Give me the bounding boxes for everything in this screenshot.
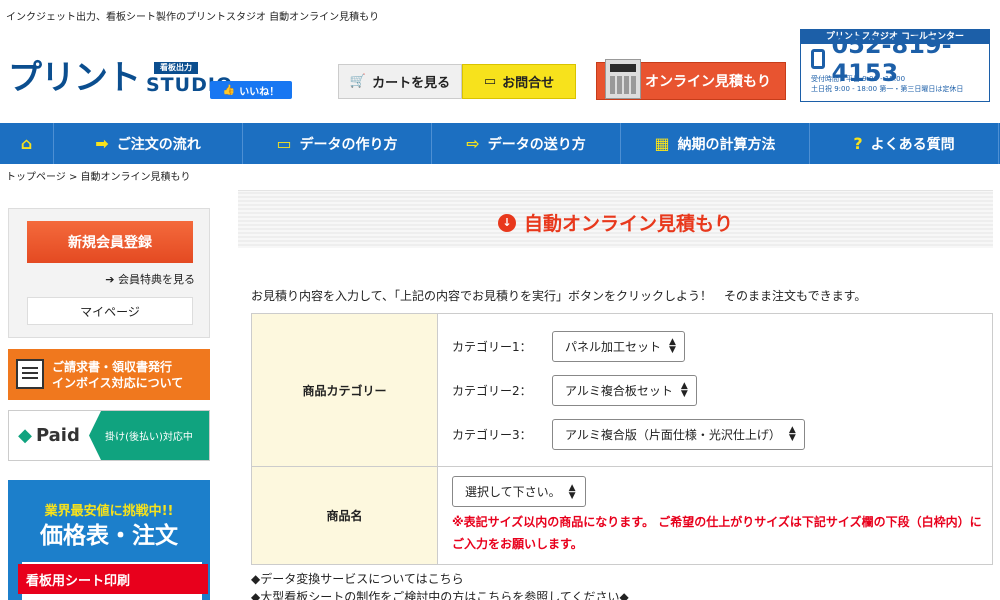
member-benefit-link[interactable]: ➔ 会員特典を見る bbox=[105, 271, 195, 287]
cart-icon: 🛒 bbox=[349, 74, 367, 89]
category-row: 商品カテゴリー カテゴリー1： パネル加工セット ▲ ▼ カテゴリー2： アルミ複… bbox=[251, 313, 993, 467]
nav-data-creation[interactable]: ▭ データの作り方 bbox=[243, 123, 432, 164]
site-logo[interactable]: プリント 看板出力 STUDIO bbox=[8, 60, 233, 96]
monitor-icon: ▭ bbox=[276, 134, 292, 153]
select-arrows-icon: ▲ ▼ bbox=[788, 425, 796, 443]
product-cell: 選択して下さい。 ▲ ▼ ※表記サイズ以内の商品になります。 ご希望の仕上がりサイ… bbox=[437, 466, 993, 565]
main-nav: ⌂ ➡ ご注文の流れ ▭ データの作り方 ⇨ データの送り方 ▦ 納期の計算方法… bbox=[0, 123, 1000, 164]
category-header: 商品カテゴリー bbox=[251, 313, 438, 467]
select-arrows-icon: ▲ ▼ bbox=[680, 381, 688, 399]
hours-weekend: 土日祝 9:00 - 18:00 第一・第三日曜日は定休日 bbox=[811, 85, 964, 93]
price-main: 価格表・注文 bbox=[40, 523, 178, 549]
cart-label: カートを見る bbox=[372, 76, 451, 91]
category2-label: カテゴリー2： bbox=[452, 383, 532, 398]
price-tag: 看板用シート印刷 bbox=[18, 564, 208, 594]
site-tagline: インクジェット出力、看板シート製作のプリントスタジオ 自動オンライン見積もり bbox=[6, 12, 380, 23]
thumbs-up-icon: 👍 bbox=[222, 84, 236, 96]
nav-label: データの作り方 bbox=[299, 136, 398, 153]
nav-delivery-calc[interactable]: ▦ 納期の計算方法 bbox=[621, 123, 810, 164]
page-title-text: 自動オンライン見積もり bbox=[523, 213, 733, 235]
nav-label: 納期の計算方法 bbox=[677, 136, 776, 153]
invoice-line1: ご請求書・領収書発行 bbox=[52, 359, 173, 374]
paid-banner[interactable]: ◆ Paid 掛け(後払い)対応中 bbox=[8, 410, 210, 461]
select-arrows-icon: ▲ ▼ bbox=[568, 482, 576, 501]
benefit-label: 会員特典を見る bbox=[118, 273, 195, 286]
logo-main-text: プリント bbox=[8, 58, 141, 98]
select-value: パネル加工セット bbox=[565, 339, 662, 354]
data-conversion-link[interactable]: ◆データ変換サービスについてはこちら bbox=[251, 570, 629, 588]
facebook-like-button[interactable]: 👍 いいね！ bbox=[210, 81, 292, 99]
nav-order-flow[interactable]: ➡ ご注文の流れ bbox=[54, 123, 243, 164]
arrow-right-icon: ➡ bbox=[95, 134, 109, 153]
category3-label: カテゴリー3： bbox=[452, 427, 532, 442]
contact-button[interactable]: ▭ お問合せ bbox=[462, 64, 576, 99]
paid-logo-text: Paid bbox=[35, 425, 80, 446]
arrow-down-circle-icon: ↓ bbox=[497, 213, 516, 232]
invoice-banner[interactable]: ご請求書・領収書発行 インボイス対応について bbox=[8, 349, 210, 400]
category1-select[interactable]: パネル加工セット ▲ ▼ bbox=[552, 330, 685, 362]
category-line: カテゴリー2： アルミ複合板セット ▲ ▼ bbox=[452, 368, 992, 412]
online-quote-label: オンライン見積もり bbox=[645, 74, 771, 90]
paid-mark-icon: ◆ bbox=[18, 425, 32, 446]
calendar-icon: ▦ bbox=[654, 134, 670, 153]
page: インクジェット出力、看板シート製作のプリントスタジオ 自動オンライン見積もり プ… bbox=[0, 0, 1000, 600]
arrow-circle-icon: ➔ bbox=[105, 273, 115, 286]
nav-label: データの送り方 bbox=[487, 136, 586, 153]
home-icon: ⌂ bbox=[20, 134, 33, 153]
select-arrows-icon: ▲ ▼ bbox=[669, 337, 676, 355]
category-cell: カテゴリー1： パネル加工セット ▲ ▼ カテゴリー2： アルミ複合板セット ▲ ▼… bbox=[437, 313, 993, 467]
cart-button[interactable]: 🛒 カートを見る bbox=[338, 64, 462, 99]
page-title-box: ↓ 自動オンライン見積もり bbox=[238, 190, 993, 248]
monitor-icon: ▭ bbox=[483, 74, 497, 89]
nav-label: ご注文の流れ bbox=[116, 136, 201, 153]
question-icon: ? bbox=[853, 134, 863, 153]
call-center-box: プリントスタジオ コールセンター 052-819-4153 受付時間：平日 9:… bbox=[800, 29, 990, 102]
nav-home[interactable]: ⌂ bbox=[0, 123, 54, 164]
select-value: アルミ複合版（片面仕様・光沢仕上げ） bbox=[565, 427, 781, 442]
register-button[interactable]: 新規会員登録 bbox=[27, 221, 193, 263]
like-label: いいね！ bbox=[239, 86, 280, 98]
product-select[interactable]: 選択して下さい。 ▲ ▼ bbox=[452, 476, 586, 507]
calculator-icon bbox=[605, 59, 641, 99]
mypage-button[interactable]: マイページ bbox=[27, 297, 193, 325]
select-value: 選択して下さい。 bbox=[465, 485, 561, 499]
large-sign-link[interactable]: ◆大型看板シートの制作をご検討中の方はこちらを参照してください◆ bbox=[251, 588, 629, 600]
product-row: 商品名 選択して下さい。 ▲ ▼ ※表記サイズ以内の商品になります。 ご希望の仕上… bbox=[251, 466, 993, 565]
logo-badge: 看板出力 bbox=[154, 62, 198, 74]
online-quote-button[interactable]: オンライン見積もり bbox=[596, 59, 786, 100]
intro-text: お見積り内容を入力して、「上記の内容でお見積りを実行」ボタンをクリックしよう！ … bbox=[251, 289, 867, 303]
select-value: アルミ複合板セット bbox=[565, 383, 673, 398]
category-line: カテゴリー3： アルミ複合版（片面仕様・光沢仕上げ） ▲ ▼ bbox=[452, 412, 992, 456]
info-links: ◆データ変換サービスについてはこちら ◆大型看板シートの制作をご検討中の方はこち… bbox=[251, 570, 629, 600]
category3-select[interactable]: アルミ複合版（片面仕様・光沢仕上げ） ▲ ▼ bbox=[552, 418, 805, 450]
nav-label: よくある質問 bbox=[870, 136, 955, 153]
phone-icon bbox=[811, 49, 826, 69]
category1-label: カテゴリー1： bbox=[452, 339, 532, 354]
paid-logo: ◆ Paid bbox=[9, 411, 89, 460]
breadcrumb[interactable]: トップページ > 自動オンライン見積もり bbox=[6, 168, 191, 183]
call-center-phone[interactable]: 052-819-4153 bbox=[801, 31, 989, 87]
size-note: ※表記サイズ以内の商品になります。 ご希望の仕上がりサイズは下記サイズ欄の下段（… bbox=[452, 515, 982, 551]
category2-select[interactable]: アルミ複合板セット ▲ ▼ bbox=[552, 374, 697, 406]
contact-label: お問合せ bbox=[502, 76, 555, 91]
member-box: 新規会員登録 ➔ 会員特典を見る マイページ bbox=[8, 208, 210, 338]
category-line: カテゴリー1： パネル加工セット ▲ ▼ bbox=[452, 324, 992, 368]
price-list-banner[interactable]: 業界最安値に挑戦中!! 価格表・注文 看板用シート印刷 bbox=[8, 480, 210, 600]
page-title: ↓ 自動オンライン見積もり bbox=[238, 209, 993, 236]
product-header: 商品名 bbox=[251, 466, 438, 565]
nav-data-sending[interactable]: ⇨ データの送り方 bbox=[432, 123, 621, 164]
send-icon: ⇨ bbox=[466, 134, 480, 153]
invoice-line2: インボイス対応について bbox=[52, 375, 184, 390]
quote-form: 商品カテゴリー カテゴリー1： パネル加工セット ▲ ▼ カテゴリー2： アルミ複… bbox=[251, 313, 993, 565]
paid-text: 掛け(後払い)対応中 bbox=[89, 411, 209, 460]
nav-faq[interactable]: ? よくある質問 bbox=[810, 123, 999, 164]
invoice-icon bbox=[16, 359, 44, 389]
